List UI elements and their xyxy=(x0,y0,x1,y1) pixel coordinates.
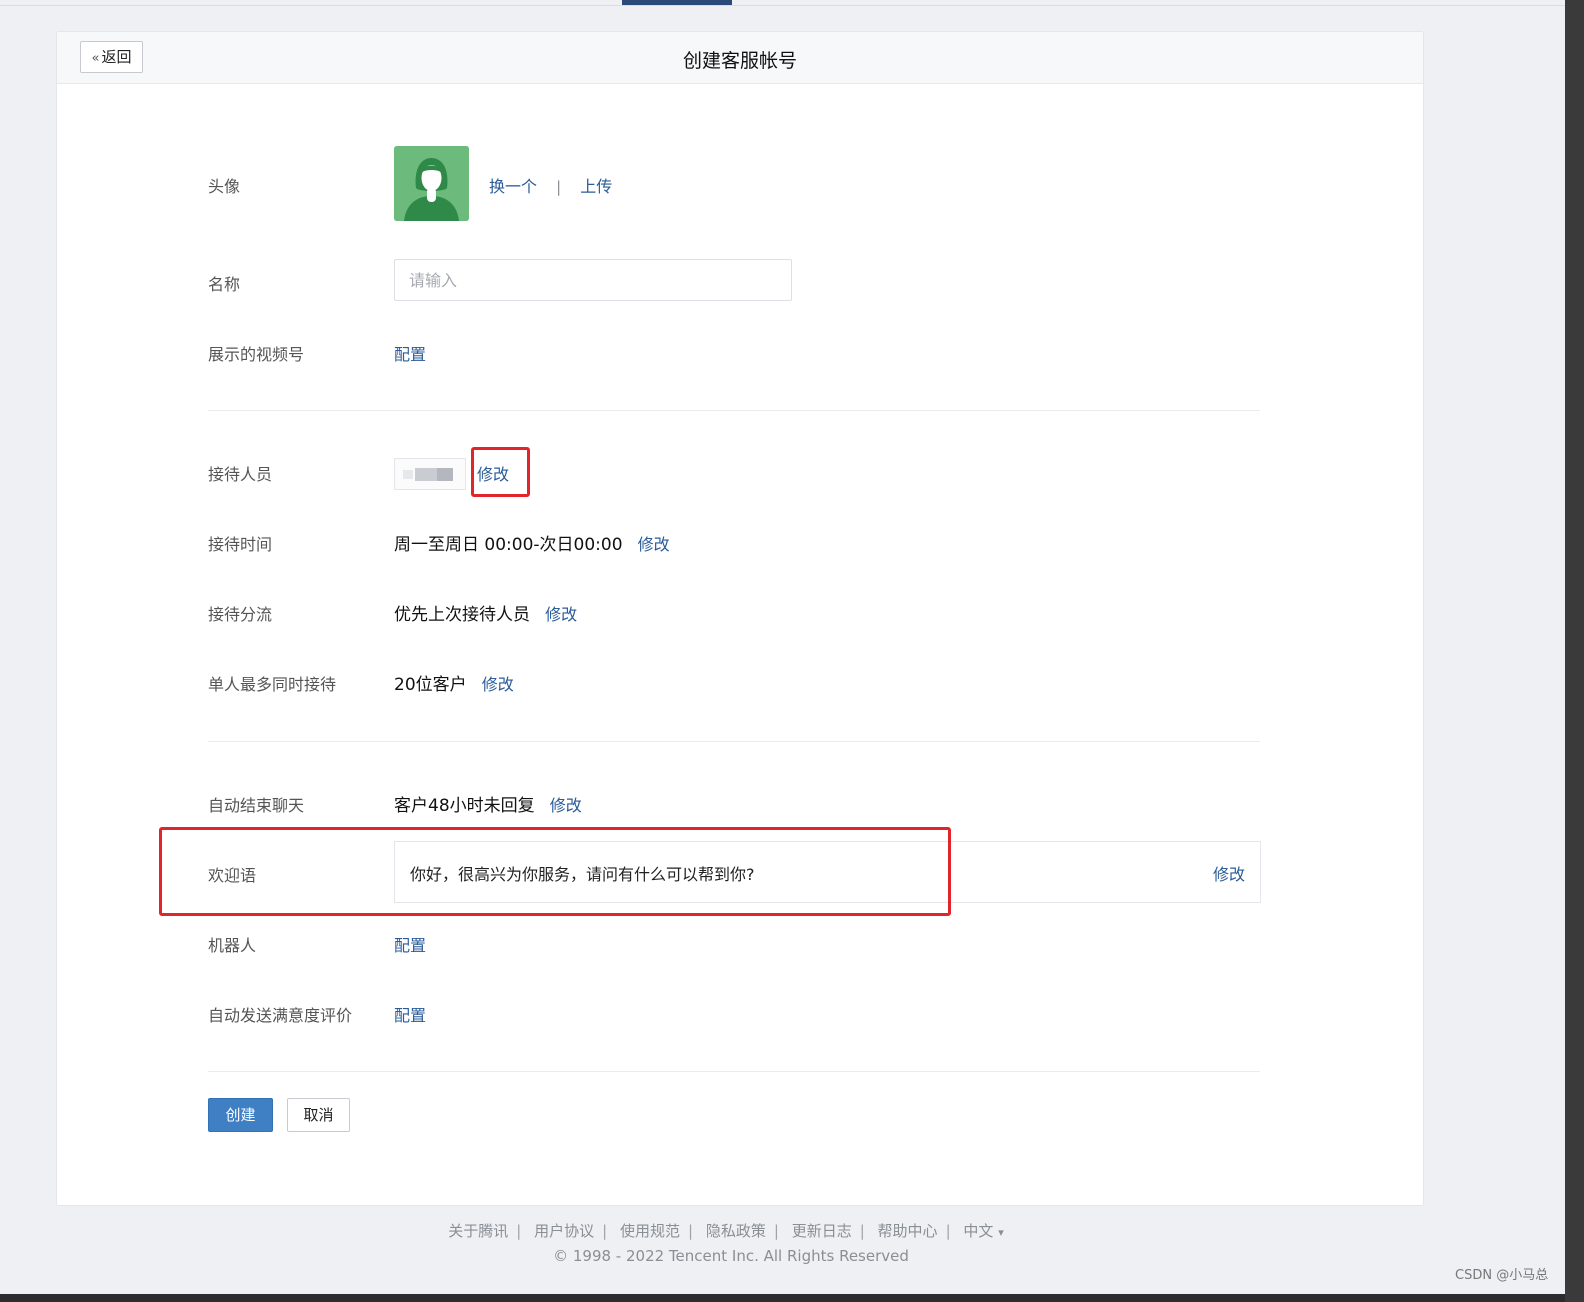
routing-label: 接待分流 xyxy=(208,605,273,624)
max-concurrent-row: 20位客户 修改 xyxy=(394,670,514,695)
auto-end-value: 客户48小时未回复 xyxy=(394,796,535,816)
auto-end-edit-link[interactable]: 修改 xyxy=(550,796,582,815)
chevron-down-icon: ▾ xyxy=(998,1226,1004,1239)
video-channel-config-link[interactable]: 配置 xyxy=(394,341,426,365)
top-divider xyxy=(0,5,1565,6)
auto-end-label: 自动结束聊天 xyxy=(208,796,305,815)
window-edge xyxy=(1565,0,1584,1302)
max-concurrent-value: 20位客户 xyxy=(394,675,467,695)
avatar-label: 头像 xyxy=(208,177,241,196)
survey-config-link[interactable]: 配置 xyxy=(394,1002,426,1026)
card-header: «返回 创建客服帐号 xyxy=(57,32,1423,84)
max-concurrent-label: 单人最多同时接待 xyxy=(208,675,337,694)
create-account-card: «返回 创建客服帐号 头像 换一个 | 上传 名称 展示的视频号 配置 接待人员… xyxy=(56,31,1424,1206)
name-label: 名称 xyxy=(208,275,241,294)
page-title: 创建客服帐号 xyxy=(682,50,797,72)
welcome-edit-link[interactable]: 修改 xyxy=(1213,861,1245,885)
footer-separator: | xyxy=(687,1222,694,1240)
staff-label: 接待人员 xyxy=(208,465,273,484)
footer-link-changelog[interactable]: 更新日志 xyxy=(792,1222,852,1240)
bottom-taskbar xyxy=(0,1294,1565,1302)
reception-time-row: 周一至周日 00:00-次日00:00 修改 xyxy=(394,530,670,555)
footer-separator: | xyxy=(859,1222,865,1240)
person-avatar-icon xyxy=(394,146,469,221)
video-channel-label: 展示的视频号 xyxy=(208,345,305,364)
language-label: 中文 xyxy=(963,1222,994,1240)
avatar-actions-separator: | xyxy=(556,178,562,196)
reception-time-label: 接待时间 xyxy=(208,535,273,554)
routing-value: 优先上次接待人员 xyxy=(394,605,530,625)
staff-blur-2 xyxy=(437,468,453,481)
footer-separator: | xyxy=(945,1222,951,1240)
footer-link-rules[interactable]: 使用规范 xyxy=(620,1222,680,1240)
max-concurrent-edit-link[interactable]: 修改 xyxy=(482,675,514,694)
footer-link-agreement[interactable]: 用户协议 xyxy=(534,1222,594,1240)
footer-separator: | xyxy=(602,1222,608,1240)
survey-label: 自动发送满意度评价 xyxy=(208,1006,353,1025)
reception-time-value: 周一至周日 00:00-次日00:00 xyxy=(394,535,623,555)
footer-separator: | xyxy=(516,1222,522,1240)
footer-links: 关于腾讯 | 用户协议 | 使用规范 | 隐私政策 | 更新日志 | 帮助中心 | 中文 ▾ xyxy=(0,1220,1452,1241)
watermark: CSDN @小马总 xyxy=(1455,1268,1549,1283)
routing-row: 优先上次接待人员 修改 xyxy=(394,600,577,625)
language-selector[interactable]: 中文 ▾ xyxy=(963,1222,1003,1240)
highlight-box-welcome xyxy=(159,827,951,916)
section-divider xyxy=(208,741,1260,742)
staff-member-chip xyxy=(394,458,466,490)
copyright: © 1998 - 2022 Tencent Inc. All Rights Re… xyxy=(553,1247,909,1265)
cancel-button[interactable]: 取消 xyxy=(287,1098,350,1132)
highlight-box-staff-edit xyxy=(471,447,530,497)
footer-link-help[interactable]: 帮助中心 xyxy=(878,1222,938,1240)
section-divider xyxy=(208,410,1260,411)
auto-end-row: 客户48小时未回复 修改 xyxy=(394,791,582,816)
routing-edit-link[interactable]: 修改 xyxy=(545,605,577,624)
footer-separator: | xyxy=(773,1222,779,1240)
footer-link-privacy[interactable]: 隐私政策 xyxy=(706,1222,766,1240)
upload-avatar-link[interactable]: 上传 xyxy=(580,177,612,196)
avatar-actions: 换一个 | 上传 xyxy=(489,173,612,197)
section-divider xyxy=(208,1071,1260,1072)
create-button[interactable]: 创建 xyxy=(208,1098,273,1132)
reception-time-edit-link[interactable]: 修改 xyxy=(638,535,670,554)
robot-config-link[interactable]: 配置 xyxy=(394,932,426,956)
change-avatar-link[interactable]: 换一个 xyxy=(489,177,537,196)
staff-blur-3 xyxy=(403,470,413,479)
name-input[interactable] xyxy=(394,259,792,301)
footer-link-about[interactable]: 关于腾讯 xyxy=(448,1222,508,1240)
robot-label: 机器人 xyxy=(208,936,257,955)
